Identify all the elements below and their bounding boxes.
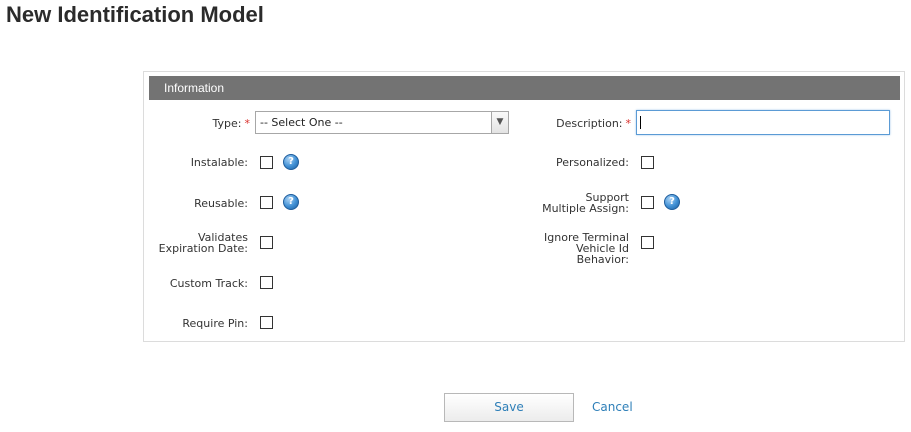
instalable-checkbox[interactable] [260,156,273,169]
custom-track-checkbox[interactable] [260,276,273,289]
text-caret [640,116,641,129]
require-pin-checkbox[interactable] [260,316,273,329]
description-input[interactable] [636,110,890,135]
type-select-value: -- Select One -- [260,116,343,129]
help-icon[interactable]: ? [664,194,680,210]
cancel-link[interactable]: Cancel [592,400,633,414]
page-title: New Identification Model [6,2,264,27]
require-pin-label: Require Pin: [182,317,248,330]
reusable-label: Reusable: [194,197,248,210]
save-button[interactable]: Save [444,393,574,422]
required-marker: * [244,117,251,130]
support-multiple-assign-label: Support Multiple Assign: [542,191,629,215]
personalized-checkbox[interactable] [641,156,654,169]
required-marker: * [625,117,632,130]
description-label: Description: * [556,117,632,130]
custom-track-label: Custom Track: [169,277,248,290]
help-icon[interactable]: ? [283,154,299,170]
instalable-label: Instalable: [190,156,248,169]
validates-expiration-date-checkbox[interactable] [260,236,273,249]
validates-expiration-date-label: Validates Expiration Date: [158,231,248,255]
reusable-checkbox[interactable] [260,196,273,209]
ignore-terminal-vehicle-id-checkbox[interactable] [641,236,654,249]
chevron-down-icon[interactable]: ▼ [491,112,508,133]
support-multiple-assign-checkbox[interactable] [641,196,654,209]
type-select[interactable]: -- Select One -- ▼ [255,111,509,134]
ignore-terminal-vehicle-id-label: Ignore Terminal Vehicle Id Behavior: [544,231,629,266]
panel-header: Information [149,76,900,100]
help-icon[interactable]: ? [283,194,299,210]
personalized-label: Personalized: [555,156,629,169]
type-label: Type: * [212,117,251,130]
